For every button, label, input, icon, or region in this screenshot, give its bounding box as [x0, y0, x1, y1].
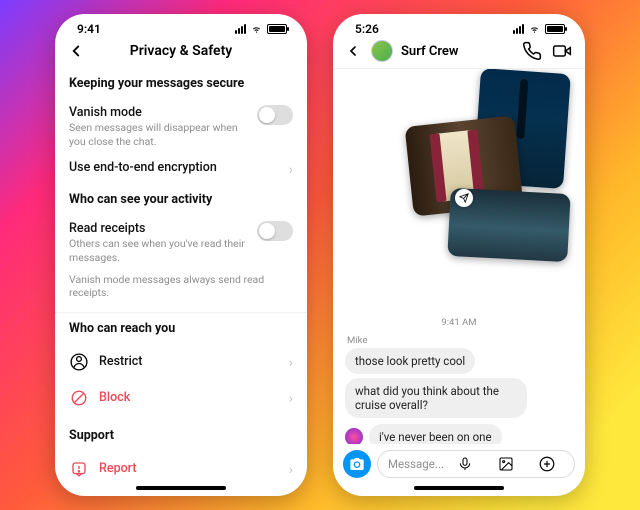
chevron-right-icon: ›: [289, 160, 293, 178]
phone-chat: 5:26 Surf Crew 9:41 AM M: [333, 14, 585, 496]
message-bubble[interactable]: those look pretty cool: [345, 348, 475, 374]
vanish-mode-sub: Seen messages will disappear when you cl…: [69, 121, 249, 148]
block-label: Block: [99, 390, 289, 405]
chevron-right-icon: ›: [289, 353, 293, 371]
chat-timestamp: 9:41 AM: [333, 317, 585, 328]
page-header: Privacy & Safety: [55, 38, 307, 68]
plus-circle-icon: [538, 455, 556, 473]
message-composer: Message...: [333, 444, 585, 482]
chevron-right-icon: ›: [289, 389, 293, 407]
message-bubble-own[interactable]: i've never been on one: [369, 424, 502, 444]
home-indicator: [414, 486, 504, 490]
audio-call-button[interactable]: [521, 40, 543, 62]
back-button[interactable]: [67, 42, 89, 60]
chevron-left-icon: [67, 42, 85, 60]
restrict-icon: [69, 352, 89, 372]
message-input[interactable]: Message...: [377, 450, 575, 478]
read-receipts-sub: Others can see when you've read their me…: [69, 237, 249, 264]
section-heading-activity: Who can see your activity: [69, 192, 293, 207]
row-vanish-mode[interactable]: Vanish mode Seen messages will disappear…: [69, 99, 293, 154]
battery-icon: [545, 24, 565, 34]
block-icon: [69, 388, 89, 408]
status-time: 5:26: [355, 22, 379, 36]
my-avatar[interactable]: [345, 428, 363, 444]
home-indicator: [136, 486, 226, 490]
video-call-button[interactable]: [551, 40, 573, 62]
message-placeholder: Message...: [388, 457, 444, 471]
status-time: 9:41: [77, 22, 101, 36]
section-heading-support: Support: [69, 428, 293, 443]
chat-name[interactable]: Surf Crew: [401, 44, 513, 59]
row-read-receipts[interactable]: Read receipts Others can see when you've…: [69, 215, 293, 270]
receipts-note: Vanish mode messages always send read re…: [69, 271, 293, 308]
message-list: Mike those look pretty cool what did you…: [333, 335, 585, 444]
phone-privacy-settings: 9:41 Privacy & Safety Keeping your messa…: [55, 14, 307, 496]
send-icon: [459, 193, 469, 203]
message-sender: Mike: [347, 335, 573, 346]
status-bar: 9:41: [55, 14, 307, 38]
read-receipts-label: Read receipts: [69, 221, 249, 236]
chat-header: Surf Crew: [333, 38, 585, 69]
share-button[interactable]: [455, 189, 473, 207]
wifi-icon: [250, 24, 263, 34]
report-label: Report: [99, 461, 289, 476]
vanish-mode-label: Vanish mode: [69, 105, 249, 120]
section-heading-reach: Who can reach you: [69, 321, 293, 336]
e2e-label: Use end-to-end encryption: [69, 160, 281, 175]
divider: [55, 312, 307, 313]
wifi-icon: [528, 24, 541, 34]
section-heading-secure: Keeping your messages secure: [69, 76, 293, 91]
settings-scroll[interactable]: Keeping your messages secure Vanish mode…: [55, 68, 307, 482]
chevron-left-icon: [345, 43, 361, 59]
message-bubble[interactable]: what did you think about the cruise over…: [345, 378, 527, 418]
voice-button[interactable]: [444, 456, 485, 472]
status-indicators: [235, 24, 287, 34]
signal-icon: [235, 24, 246, 34]
back-button[interactable]: [345, 43, 363, 59]
status-bar: 5:26: [333, 14, 585, 38]
gallery-button[interactable]: [485, 456, 526, 472]
microphone-icon: [457, 456, 473, 472]
phone-icon: [522, 41, 542, 61]
video-icon: [551, 41, 573, 61]
signal-icon: [513, 24, 524, 34]
more-button[interactable]: [527, 455, 568, 473]
row-block[interactable]: Block ›: [69, 380, 293, 416]
restrict-label: Restrict: [99, 354, 289, 369]
image-icon: [498, 456, 514, 472]
row-restrict[interactable]: Restrict ›: [69, 344, 293, 380]
chat-body[interactable]: 9:41 AM Mike those look pretty cool what…: [333, 69, 585, 444]
vanish-mode-toggle[interactable]: [257, 105, 293, 125]
chevron-right-icon: ›: [289, 460, 293, 478]
chat-avatar[interactable]: [371, 40, 393, 62]
row-e2e-encryption[interactable]: Use end-to-end encryption ›: [69, 154, 293, 184]
status-indicators: [513, 24, 565, 34]
battery-icon: [267, 24, 287, 34]
camera-icon: [349, 456, 365, 472]
photo-collage[interactable]: [397, 71, 567, 261]
camera-button[interactable]: [343, 450, 371, 478]
read-receipts-toggle[interactable]: [257, 221, 293, 241]
page-title: Privacy & Safety: [89, 43, 273, 59]
row-report[interactable]: Report ›: [69, 451, 293, 482]
report-icon: [69, 459, 89, 479]
